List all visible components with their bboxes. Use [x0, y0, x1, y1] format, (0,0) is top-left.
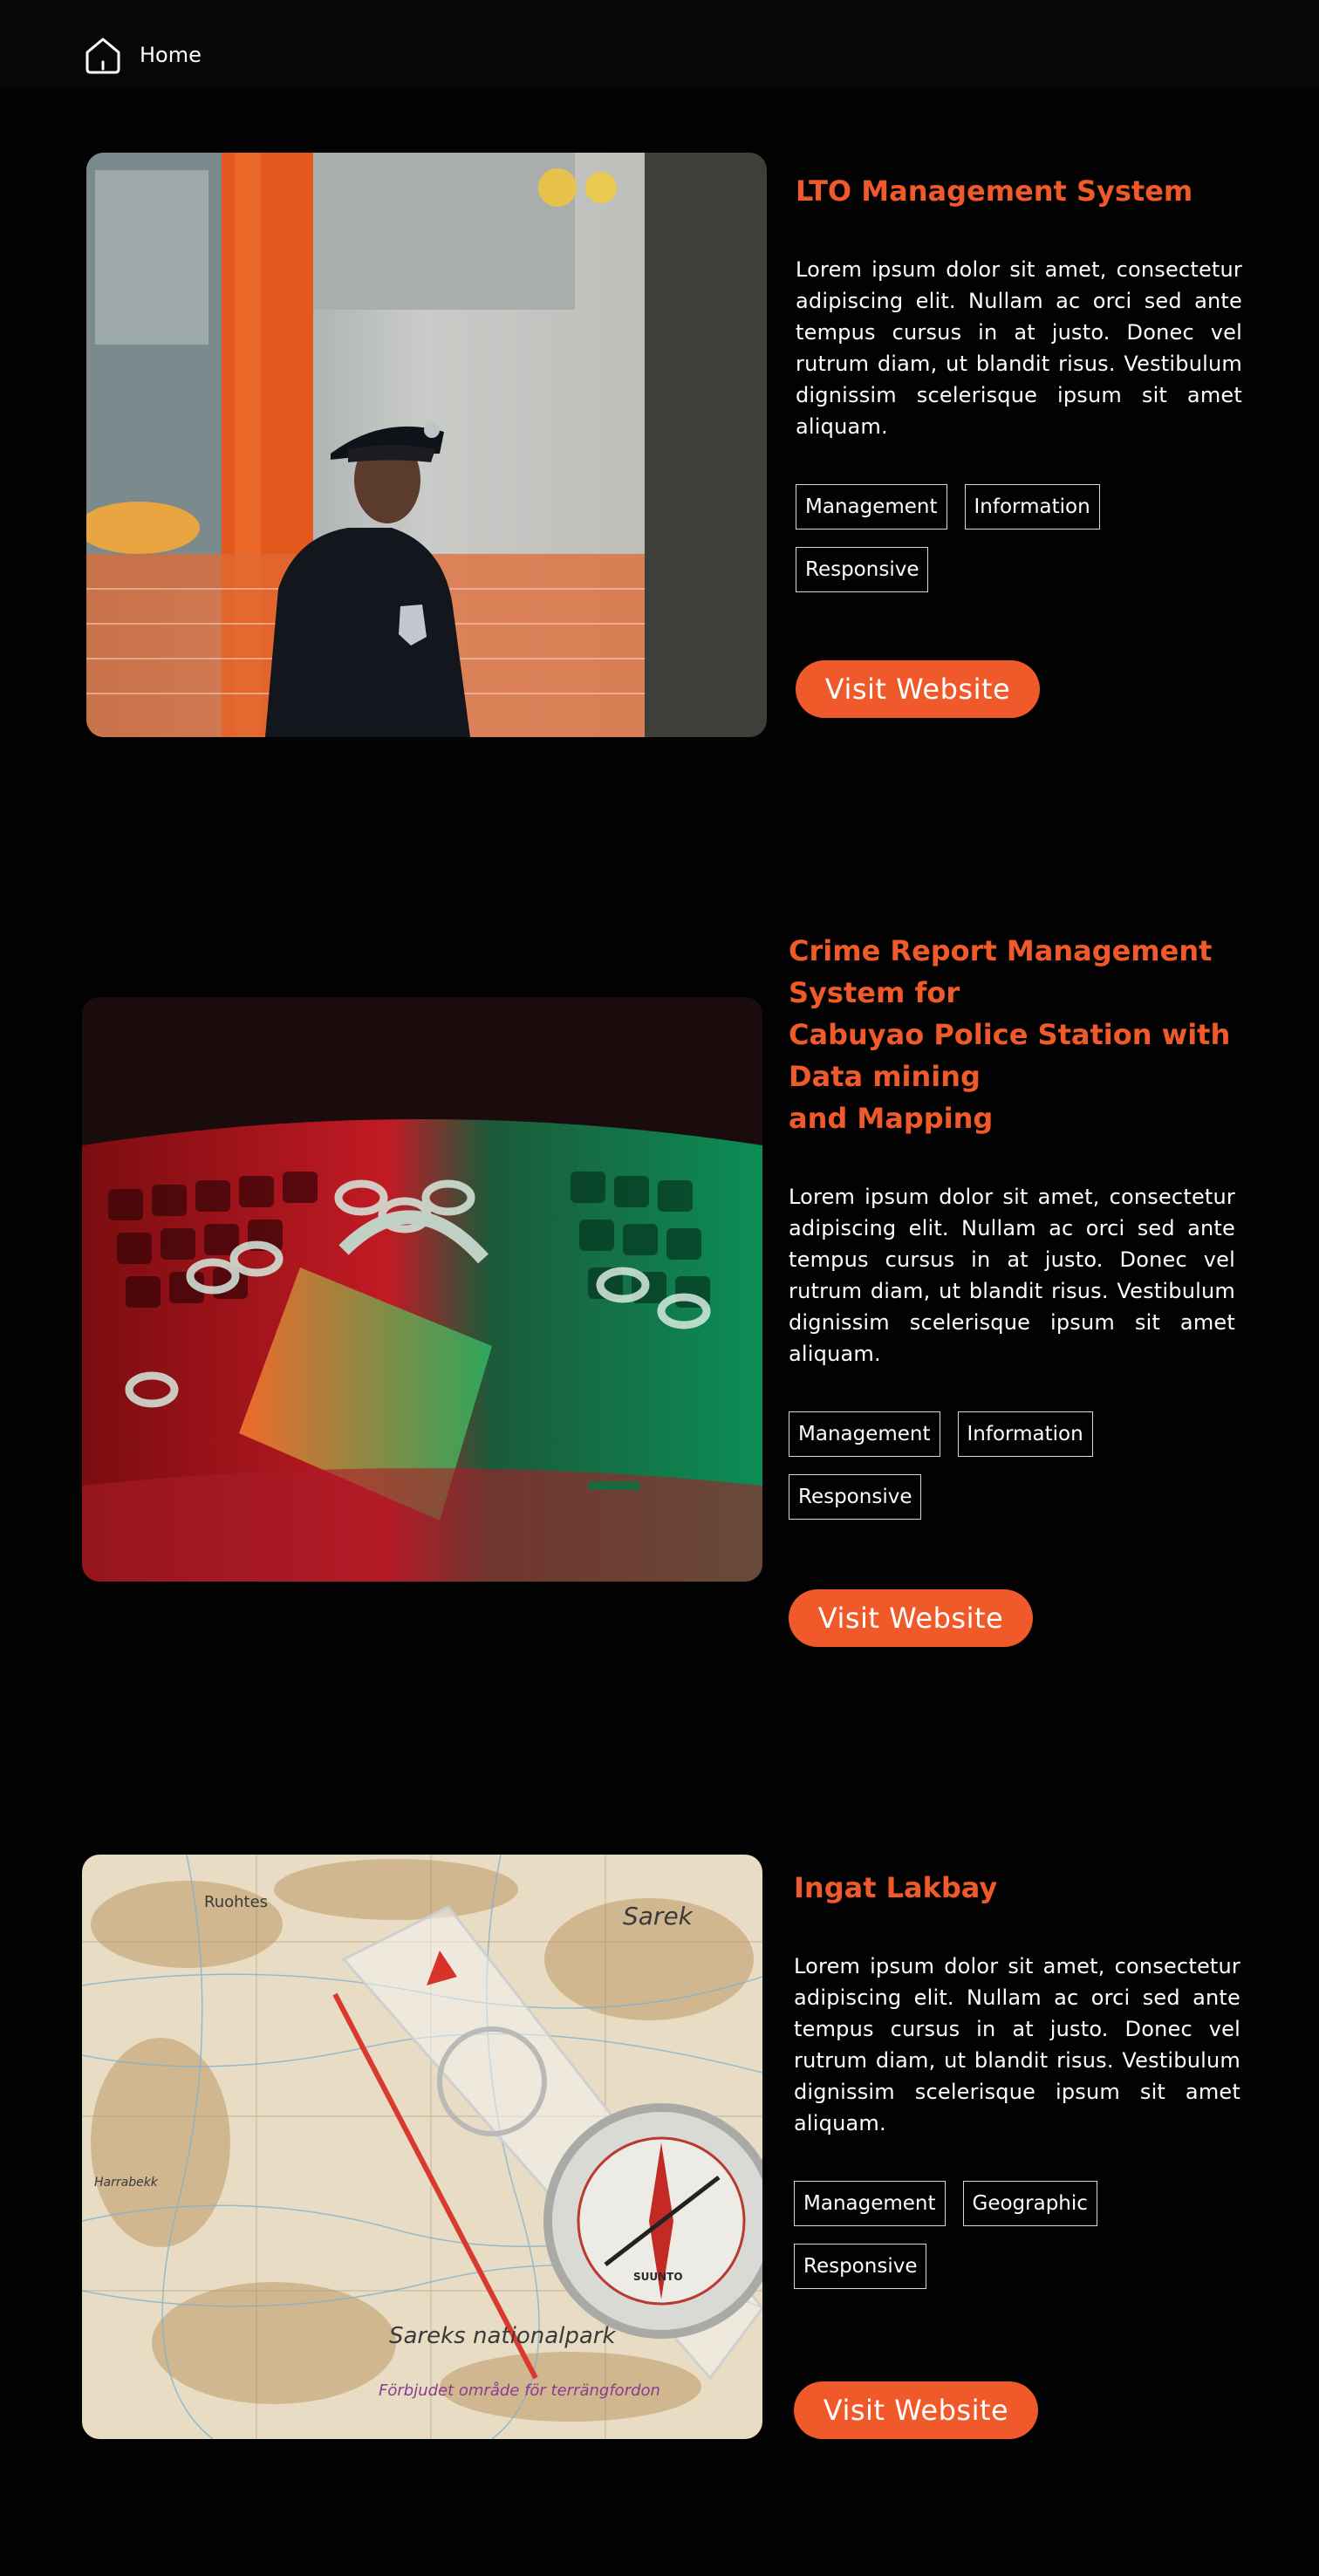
project-tags: Management Geographic Responsive [794, 2181, 1247, 2289]
visit-website-button[interactable]: Visit Website [789, 1589, 1033, 1647]
map-label-forbidden: Förbjudet område för terrängfordon [379, 2381, 660, 2400]
project-info: LTO Management System Lorem ipsum dolor … [796, 170, 1242, 592]
visit-website-button[interactable]: Visit Website [796, 660, 1040, 718]
map-label-ruohtes: Ruohtes [204, 1893, 268, 1911]
project-title: Ingat Lakbay [794, 1871, 998, 1904]
tag-management: Management [796, 484, 947, 530]
visit-website-button[interactable]: Visit Website [794, 2381, 1038, 2439]
tag-management: Management [794, 2181, 946, 2226]
project-info: Ingat Lakbay Lorem ipsum dolor sit amet,… [794, 1867, 1240, 2289]
project-card-lto: LTO Management System Lorem ipsum dolor … [0, 0, 1319, 785]
project-title: Crime Report Management System for Cabuy… [789, 934, 1231, 1135]
tag-geographic: Geographic [962, 2181, 1097, 2226]
tag-management: Management [789, 1411, 940, 1457]
project-description: Lorem ipsum dolor sit amet, consectetur … [789, 1185, 1235, 1366]
project-tags: Management Information Responsive [796, 484, 1249, 592]
tag-responsive: Responsive [796, 547, 929, 592]
project-tags: Management Information Responsive [789, 1411, 1242, 1520]
tag-responsive: Responsive [794, 2244, 927, 2289]
tag-responsive: Responsive [789, 1474, 922, 1520]
project-image-compass-map: Sarek Sareks nationalpark Förbjudet områ… [82, 1855, 762, 2439]
project-image-police-officer [86, 153, 767, 737]
compass-brand-label: SUUNTO [633, 2271, 683, 2283]
tag-information: Information [957, 1411, 1093, 1457]
tag-information: Information [964, 484, 1100, 530]
project-description: Lorem ipsum dolor sit amet, consectetur … [796, 257, 1242, 439]
project-image-padlock-keyboard [82, 997, 762, 1582]
map-label-harrabekk: Harrabekk [94, 2176, 159, 2190]
map-label-sarek: Sarek [623, 1902, 694, 1930]
project-card-ingat-lakbay: Sarek Sareks nationalpark Förbjudet områ… [0, 1788, 1319, 2573]
project-info: Crime Report Management System for Cabuy… [789, 930, 1235, 1520]
project-title: LTO Management System [796, 174, 1193, 208]
project-card-crime-report: Crime Report Management System for Cabuy… [0, 872, 1319, 1701]
map-label-national-park: Sareks nationalpark [389, 2323, 616, 2349]
project-description: Lorem ipsum dolor sit amet, consectetur … [794, 1954, 1240, 2135]
